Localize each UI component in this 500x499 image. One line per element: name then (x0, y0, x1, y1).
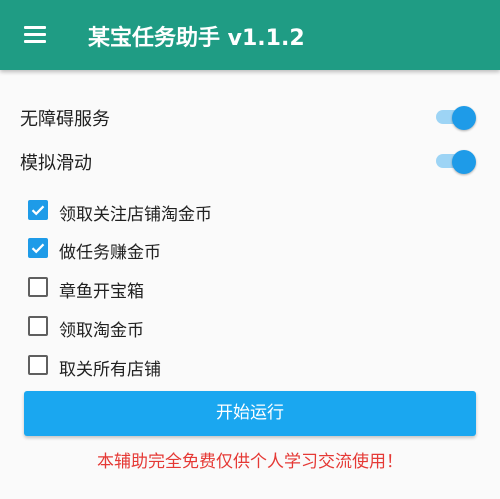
checkbox-label: 领取关注店铺淘金币 (59, 205, 212, 225)
collect-coins-checkbox[interactable] (28, 316, 48, 336)
hamburger-menu-icon[interactable] (10, 15, 58, 55)
checkmark-icon (31, 243, 45, 254)
simulate-swipe-toggle[interactable] (436, 150, 476, 174)
switch-row-accessibility: 无障碍服务 (0, 97, 500, 137)
collect-shop-coins-checkbox[interactable] (28, 200, 48, 220)
start-button[interactable]: 开始运行 (24, 391, 476, 436)
checkbox-label: 章鱼开宝箱 (59, 282, 144, 302)
switch-row-simulate-swipe: 模拟滑动 (0, 141, 500, 181)
checkmark-icon (31, 205, 45, 216)
switch-label: 无障碍服务 (20, 109, 110, 130)
menu-bar (24, 33, 46, 36)
accessibility-service-toggle[interactable] (436, 106, 476, 130)
do-tasks-checkbox[interactable] (28, 238, 48, 258)
app-screen: 某宝任务助手 v1.1.2 无障碍服务 模拟滑动 领取关注店铺淘金币 做任务赚金… (0, 0, 500, 499)
octopus-chest-checkbox[interactable] (28, 277, 48, 297)
toggle-thumb (452, 106, 476, 130)
checkbox-row-unfollow-shops: 取关所有店铺 (0, 347, 500, 383)
toolbar: 某宝任务助手 v1.1.2 (0, 0, 500, 70)
disclaimer-text: 本辅助完全免费仅供个人学习交流使用！ (97, 452, 403, 472)
unfollow-shops-checkbox[interactable] (28, 355, 48, 375)
checkbox-label: 领取淘金币 (59, 321, 144, 341)
menu-bar (24, 26, 46, 29)
toggle-thumb (452, 150, 476, 174)
checkbox-row-collect-shop-coins: 领取关注店铺淘金币 (0, 192, 500, 228)
switch-label: 模拟滑动 (20, 153, 92, 174)
app-title: 某宝任务助手 v1.1.2 (88, 26, 305, 51)
menu-bar (24, 40, 46, 43)
checkbox-row-do-tasks: 做任务赚金币 (0, 230, 500, 266)
checkbox-label: 做任务赚金币 (59, 243, 161, 263)
checkbox-row-collect-coins: 领取淘金币 (0, 308, 500, 344)
checkbox-row-octopus-chest: 章鱼开宝箱 (0, 269, 500, 305)
checkbox-label: 取关所有店铺 (59, 360, 161, 380)
